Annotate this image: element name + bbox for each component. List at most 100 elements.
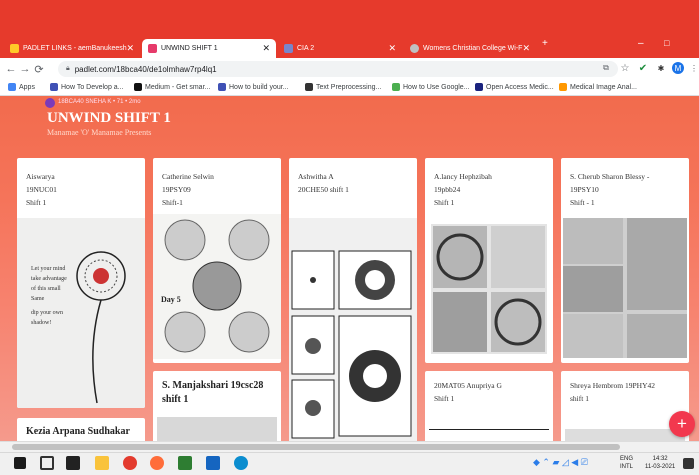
post-author: Aiswarya [26, 172, 55, 181]
post-author: Ashwitha A [298, 172, 334, 181]
post-card[interactable]: A.lancy Hephzibah 19pbb24 Shift 1 [425, 158, 553, 363]
scrollbar-thumb[interactable] [12, 444, 620, 450]
add-post-button[interactable]: + [669, 411, 695, 437]
clock-date[interactable]: 11-03-2021 [645, 463, 675, 471]
clock-time[interactable]: 14:32 [645, 455, 675, 463]
bookmark-favicon-icon [218, 83, 226, 91]
bookmark-item[interactable]: Medical Image Anal... [559, 83, 637, 91]
minimize-button[interactable]: – [638, 38, 644, 49]
post-shift: Shift-1 [162, 198, 183, 207]
post-author: Catherine Selwin [162, 172, 214, 181]
bookmark-item[interactable]: Medium - Get smar... [134, 83, 210, 91]
padlet-favicon-icon [148, 44, 157, 53]
maximize-button[interactable]: □ [664, 38, 669, 48]
close-tab-icon[interactable]: ✕ [522, 43, 530, 54]
star-icon[interactable]: ☆ [619, 62, 631, 74]
post-id: 19NUC01 [26, 185, 57, 194]
check-extension-icon[interactable]: ✔ [637, 62, 649, 74]
new-tab-button[interactable]: + [542, 38, 548, 49]
post-id: 19PSY09 [162, 185, 191, 194]
post-author: S. Cherub Sharon Blessy - [570, 172, 650, 181]
post-card[interactable]: 20MAT05 Anupriya G Shift 1 [425, 371, 553, 446]
bookmark-favicon-icon [50, 83, 58, 91]
windows-start-icon[interactable] [14, 457, 26, 469]
svg-text:Day 5: Day 5 [161, 295, 181, 304]
post-card[interactable]: S. Manjakshari 19csc28 shift 1 [153, 371, 281, 446]
post-shift: Shift 1 [26, 198, 47, 207]
post-image[interactable] [289, 218, 417, 448]
url-text: padlet.com/18bca40/de1olmhaw7rp4lq1 [74, 64, 217, 74]
tray-icons[interactable]: ◆ ⌃ ▰ ◿ ◀ ⎚ [533, 458, 588, 467]
globe-favicon-icon [410, 44, 419, 53]
language-indicator[interactable]: ENG [620, 455, 633, 463]
locale-indicator: INTL [620, 464, 634, 470]
notifications-icon[interactable] [683, 458, 694, 469]
tab-cia-2[interactable]: CIA 2 ✕ [278, 39, 402, 58]
post-card[interactable]: S. Cherub Sharon Blessy - 19PSY10 Shift … [561, 158, 689, 363]
bookmark-item[interactable]: How To Develop a... [50, 83, 124, 91]
tab-wifi[interactable]: Womens Christian College Wi-F ✕ [404, 39, 536, 58]
chrome-icon[interactable] [123, 456, 137, 470]
post-image[interactable] [431, 224, 547, 354]
bookmark-favicon-icon [305, 83, 313, 91]
page-title: UNWIND SHIFT 1 [47, 110, 171, 126]
close-tab-icon[interactable]: ✕ [388, 43, 396, 54]
svg-text:dip your own: dip your own [31, 310, 63, 316]
post-shift: Shift - 1 [570, 198, 595, 207]
reload-icon[interactable]: ⟳ [32, 63, 46, 76]
post-id: 20CHE50 shift 1 [298, 185, 349, 194]
profile-avatar[interactable]: M [672, 62, 684, 74]
translate-icon[interactable]: ⧉ [600, 62, 612, 74]
firefox-icon[interactable] [150, 456, 164, 470]
svg-text:Same: Same [31, 296, 45, 302]
author-avatar[interactable] [45, 98, 55, 108]
extensions-puzzle-icon[interactable]: ✱ [655, 62, 667, 74]
bookmark-favicon-icon [559, 83, 567, 91]
word-icon[interactable] [206, 456, 220, 470]
post-id: 19pbb24 [434, 185, 461, 194]
post-image[interactable]: Day 5 [153, 214, 281, 359]
svg-text:shadow!: shadow! [31, 320, 51, 326]
bookmark-item[interactable]: Text Preprocessing... [305, 83, 381, 91]
tab-padlet-links[interactable]: PADLET LINKS - aemBanukeesh ✕ [4, 39, 140, 58]
post-author: Kezia Arpana Sudhakar [26, 426, 130, 437]
post-card[interactable]: Ashwitha A 20CHE50 shift 1 [289, 158, 417, 448]
post-image[interactable]: Let your mind take advantage of this sma… [17, 218, 145, 408]
apps-grid-icon [8, 83, 16, 91]
edge-icon[interactable] [234, 456, 248, 470]
post-shift: Shift 1 [434, 394, 455, 403]
post-author: 20MAT05 Anupriya G [434, 381, 502, 390]
classroom-favicon-icon [284, 44, 293, 53]
bookmark-item[interactable]: How to build your... [218, 83, 289, 91]
bookmark-item[interactable]: Open Access Medic... [475, 83, 554, 91]
google-favicon-icon [392, 83, 400, 91]
task-view-icon[interactable] [40, 456, 54, 470]
close-tab-icon[interactable]: ✕ [262, 43, 270, 54]
bookmark-apps[interactable]: Apps [8, 83, 35, 91]
padlet-favicon-icon [10, 44, 19, 53]
tab-unwind-shift[interactable]: UNWIND SHIFT 1 ✕ [142, 39, 276, 58]
page-subtitle: Manamae 'O' Manamae Presents [47, 128, 152, 137]
forward-arrow-icon[interactable]: → [18, 63, 32, 75]
post-card[interactable]: Catherine Selwin 19PSY09 Shift-1 Day 5 [153, 158, 281, 363]
post-author: Shreya Hembrom 19PHY42 [570, 381, 655, 390]
bookmark-item[interactable]: How to Use Google... [392, 83, 470, 91]
post-card[interactable]: Shreya Hembrom 19PHY42 shift 1 [561, 371, 689, 446]
post-shift: shift 1 [570, 394, 589, 403]
author-meta: 18BCA40 SNEHA K • 71 • 2mo [58, 99, 141, 105]
back-arrow-icon[interactable]: ← [4, 63, 18, 75]
omnibox[interactable]: 🔒︎ padlet.com/18bca40/de1olmhaw7rp4lq1 [58, 61, 618, 77]
post-id: 19PSY10 [570, 185, 599, 194]
post-image[interactable] [563, 218, 687, 358]
post-author: S. Manjakshari 19csc28 [162, 380, 264, 391]
svg-text:take advantage: take advantage [31, 276, 67, 282]
close-tab-icon[interactable]: ✕ [126, 43, 134, 54]
bookmark-favicon-icon [475, 83, 483, 91]
app-icon[interactable] [178, 456, 192, 470]
file-explorer-icon[interactable] [95, 456, 109, 470]
menu-dots-icon[interactable]: ⋮ [688, 62, 699, 74]
post-card[interactable]: Aiswarya 19NUC01 Shift 1 Let your mind t… [17, 158, 145, 408]
store-icon[interactable] [66, 456, 80, 470]
lock-icon: 🔒︎ [66, 65, 70, 72]
post-shift: Shift 1 [434, 198, 455, 207]
